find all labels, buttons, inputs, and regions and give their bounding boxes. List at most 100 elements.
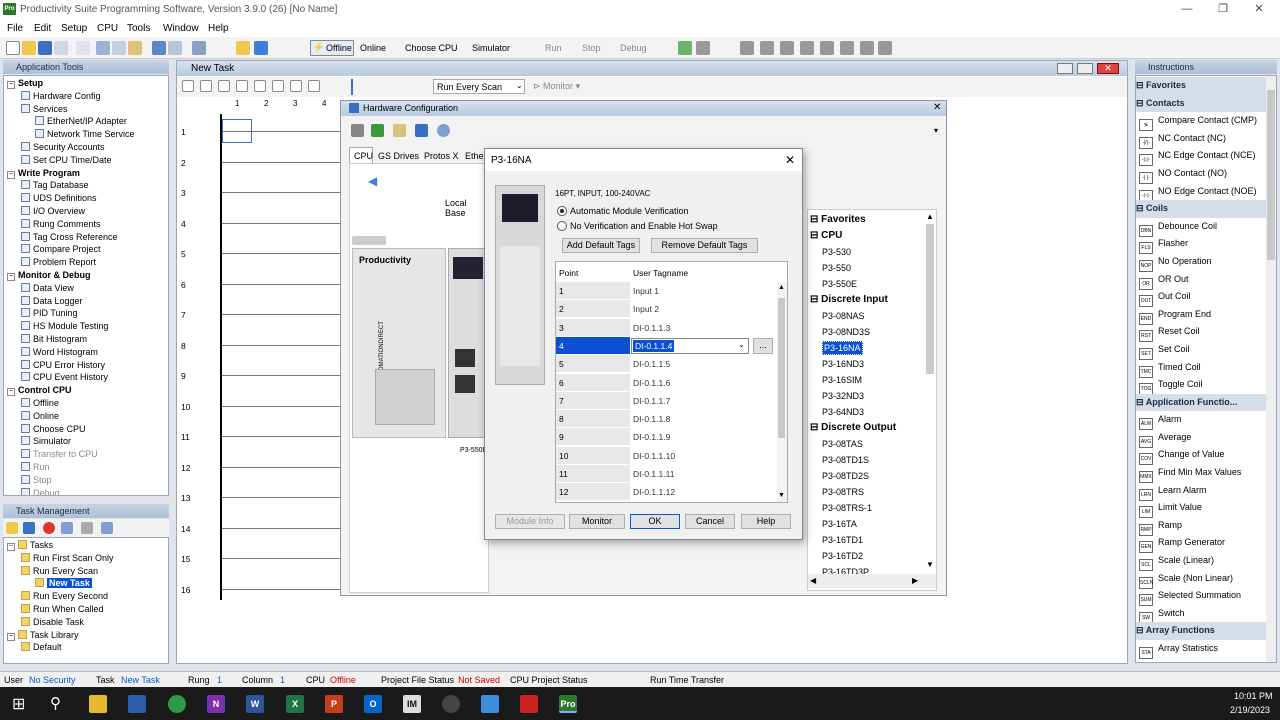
offline-button[interactable]: ⚡ Offline: [310, 40, 354, 56]
instruction-section[interactable]: ⊟ Favorites: [1136, 77, 1276, 95]
menu-file[interactable]: File: [7, 23, 23, 34]
auto-verify-radio[interactable]: [557, 206, 567, 216]
step-icon[interactable]: [740, 41, 754, 55]
collapse-icon[interactable]: ⊟: [1136, 625, 1146, 635]
delete-task-icon[interactable]: [43, 522, 55, 534]
comment-icon[interactable]: [696, 41, 710, 55]
tree-item[interactable]: HS Module Testing: [4, 320, 168, 333]
instructions-scrollbar[interactable]: [1266, 76, 1276, 662]
module-category[interactable]: ⊟ Favorites: [810, 212, 936, 228]
simulator-button[interactable]: Simulator: [472, 41, 510, 55]
verify-icon[interactable]: [371, 124, 384, 137]
tag-row[interactable]: 11 DI-0.1.1.11: [556, 465, 787, 483]
tag-row[interactable]: 5 DI-0.1.1.5: [556, 355, 787, 374]
module-item[interactable]: P3-08TD1S: [810, 452, 936, 468]
tree-item[interactable]: Simulator: [4, 435, 168, 448]
find-icon[interactable]: [192, 41, 206, 55]
module-category[interactable]: ⊟ Discrete Input: [810, 292, 936, 308]
zoom-slider[interactable]: [351, 79, 353, 95]
tree-item[interactable]: Problem Report: [4, 256, 168, 269]
home-icon[interactable]: [351, 124, 364, 137]
tab-cpu[interactable]: CPU: [349, 147, 373, 163]
instruction-item[interactable]: ≶ Compare Contact (CMP): [1136, 112, 1276, 132]
module-item[interactable]: P3-16ND3: [810, 356, 936, 372]
instruction-item[interactable]: OR OR Out: [1136, 271, 1276, 290]
cancel-button[interactable]: Cancel: [685, 514, 735, 529]
instruction-item[interactable]: MMX Find Min Max Values: [1136, 464, 1276, 484]
tag-row[interactable]: 4 DI-0.1.1.4 ⌄...: [556, 336, 787, 355]
hw-menu-chevron-icon[interactable]: ▾: [934, 126, 938, 135]
undo-icon[interactable]: [152, 41, 166, 55]
cut-icon[interactable]: [96, 41, 110, 55]
task-tree-item[interactable]: New Task: [4, 577, 168, 590]
task-tree-item[interactable]: Default: [4, 641, 168, 654]
task-tree-item[interactable]: − Tasks: [4, 539, 168, 552]
module-item[interactable]: P3-16TD2: [810, 548, 936, 564]
lock-icon[interactable]: [236, 41, 250, 55]
instruction-item[interactable]: LIM Limit Value: [1136, 499, 1276, 519]
help-icon[interactable]: [437, 124, 450, 137]
browse-button[interactable]: ...: [753, 337, 773, 354]
instruction-item[interactable]: SET Set Coil: [1136, 341, 1276, 360]
tag-row[interactable]: 6 DI-0.1.1.6: [556, 373, 787, 392]
tree-item[interactable]: CPU Error History: [4, 359, 168, 372]
instruction-item[interactable]: TMC Timed Coil: [1136, 359, 1276, 378]
tag-row[interactable]: 10 DI-0.1.1.10: [556, 446, 787, 465]
instruction-item[interactable]: DBN Debounce Coil: [1136, 218, 1276, 237]
delete-rung-icon[interactable]: [200, 80, 212, 92]
tag-row[interactable]: 1 Input 1: [556, 282, 787, 300]
collapse-icon[interactable]: −: [7, 81, 15, 89]
grid-scroll-up-icon[interactable]: ▲: [778, 284, 785, 291]
tree-item[interactable]: − Control CPU: [4, 384, 168, 397]
module-category[interactable]: ⊟ Discrete Output: [810, 420, 936, 436]
instruction-item[interactable]: NOP No Operation: [1136, 253, 1276, 272]
collapse-icon[interactable]: ⊟: [1136, 98, 1146, 108]
tree-item[interactable]: Tag Cross Reference: [4, 231, 168, 244]
menu-setup[interactable]: Setup: [61, 23, 87, 34]
module-item[interactable]: P3-08TRS-1: [810, 500, 936, 516]
menu-window[interactable]: Window: [163, 23, 199, 34]
menu-tools[interactable]: Tools: [127, 23, 150, 34]
scroll-down-icon[interactable]: ▼: [926, 560, 934, 569]
app-circle-icon[interactable]: [442, 695, 460, 713]
tree-item[interactable]: Word Histogram: [4, 346, 168, 359]
calculator-icon[interactable]: [128, 695, 146, 713]
instruction-item[interactable]: ALM Alarm: [1136, 411, 1276, 431]
instruction-section[interactable]: ⊟ Array Functions: [1136, 622, 1276, 640]
wire-icon[interactable]: [290, 80, 302, 92]
format-icon[interactable]: [272, 80, 284, 92]
list-icon[interactable]: [254, 80, 266, 92]
tag-edit-input[interactable]: DI-0.1.1.4: [633, 339, 675, 352]
task-tree-item[interactable]: Disable Task: [4, 616, 168, 629]
task-minimize-button[interactable]: [1057, 63, 1073, 74]
productivity-suite-icon[interactable]: Pro: [559, 695, 577, 713]
collapse-icon[interactable]: −: [7, 632, 15, 641]
collapse-icon[interactable]: −: [7, 388, 15, 397]
module-item[interactable]: P3-08ND3S: [810, 324, 936, 340]
save-icon[interactable]: [38, 41, 52, 55]
excel-icon[interactable]: X: [286, 695, 304, 713]
step-out-icon[interactable]: [800, 41, 814, 55]
print-rungs-icon[interactable]: [308, 80, 320, 92]
online-button[interactable]: Online: [360, 41, 386, 55]
module-item[interactable]: P3-16NA: [810, 340, 936, 356]
tag-row[interactable]: 12 DI-0.1.1.12: [556, 483, 787, 502]
module-list-hscroll[interactable]: ◀ ▶: [808, 574, 936, 588]
module-info-button[interactable]: Module Info: [495, 514, 565, 529]
tree-item[interactable]: EtherNet/IP Adapter: [4, 115, 168, 128]
tree-item[interactable]: Compare Project: [4, 243, 168, 256]
task-options-icon[interactable]: [101, 522, 113, 534]
instruction-item[interactable]: CPACopy Array: [1136, 658, 1276, 662]
dialog-close-icon[interactable]: ✕: [785, 153, 795, 167]
instruction-item[interactable]: RMP Ramp: [1136, 517, 1276, 536]
collapse-icon[interactable]: ⊟: [810, 230, 821, 241]
collapse-icon[interactable]: ⊟: [1136, 203, 1146, 213]
menu-cpu[interactable]: CPU: [97, 23, 118, 34]
scan-select[interactable]: Run Every Scan ⌄: [433, 79, 525, 94]
debug-button[interactable]: Debug: [620, 41, 647, 55]
instruction-item[interactable]: -|↕|- NC Edge Contact (NCE): [1136, 147, 1276, 167]
copy-icon[interactable]: [112, 41, 126, 55]
paste-icon[interactable]: [128, 41, 142, 55]
tree-item[interactable]: PID Tuning: [4, 307, 168, 320]
tag-edit-combo[interactable]: DI-0.1.1.4 ⌄: [631, 337, 749, 354]
